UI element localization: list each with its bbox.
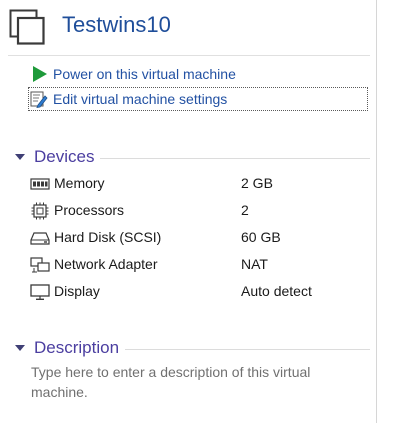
section-rule	[125, 348, 370, 350]
edit-settings-icon	[30, 91, 48, 108]
device-name: Processors	[54, 202, 125, 218]
collapse-triangle-icon[interactable]	[14, 342, 26, 354]
description-title: Description	[34, 338, 120, 357]
processor-icon	[31, 202, 49, 220]
header-divider	[8, 55, 370, 56]
device-name: Network Adapter	[54, 256, 158, 272]
device-name: Display	[54, 283, 100, 299]
edit-settings-link[interactable]: Edit virtual machine settings	[28, 87, 368, 111]
vm-header: Testwins10	[0, 0, 376, 54]
edit-settings-label: Edit virtual machine settings	[53, 91, 228, 107]
virtual-machine-icon	[9, 9, 45, 45]
devices-title: Devices	[34, 147, 95, 166]
device-value: NAT	[241, 256, 268, 272]
memory-icon	[30, 178, 50, 190]
network-adapter-icon	[30, 257, 50, 273]
description-field[interactable]: Type here to enter a description of this…	[31, 362, 361, 402]
panel-gutter	[377, 0, 402, 423]
device-name: Memory	[54, 175, 105, 191]
device-value: Auto detect	[241, 283, 312, 299]
device-row-network-adapter[interactable]: Network Adapter NAT	[30, 253, 370, 277]
collapse-triangle-icon[interactable]	[14, 151, 26, 163]
play-icon	[33, 66, 47, 82]
hard-disk-icon	[30, 232, 50, 245]
vm-title: Testwins10	[62, 12, 171, 37]
power-on-label: Power on this virtual machine	[53, 66, 236, 82]
device-value: 2	[241, 202, 249, 218]
power-on-link[interactable]: Power on this virtual machine	[30, 62, 330, 86]
device-value: 2 GB	[241, 175, 273, 191]
device-row-hard-disk[interactable]: Hard Disk (SCSI) 60 GB	[30, 226, 370, 250]
device-row-processors[interactable]: Processors 2	[30, 199, 370, 223]
section-rule	[100, 157, 370, 159]
device-value: 60 GB	[241, 229, 281, 245]
device-row-memory[interactable]: Memory 2 GB	[30, 172, 370, 196]
description-section-header[interactable]: Description	[14, 337, 370, 359]
display-icon	[30, 284, 50, 300]
devices-section-header[interactable]: Devices	[14, 146, 370, 168]
vm-summary-panel: Testwins10 Power on this virtual machine…	[0, 0, 376, 423]
device-row-display[interactable]: Display Auto detect	[30, 280, 370, 304]
device-name: Hard Disk (SCSI)	[54, 229, 162, 245]
